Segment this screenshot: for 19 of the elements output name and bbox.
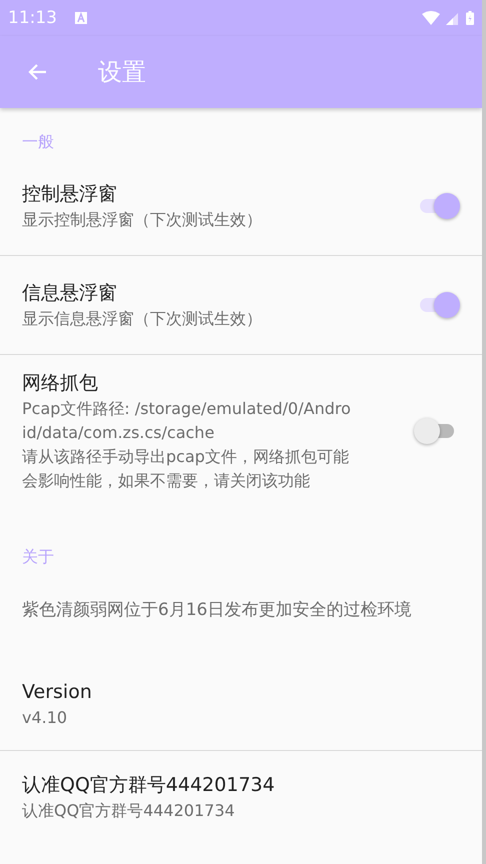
preference-summary: 认准QQ官方群号444201734 xyxy=(22,800,236,822)
section-header: 一般 xyxy=(21,131,55,153)
preference-summary: 紫色清颜弱网位于6月16日发布更加安全的过检环境 xyxy=(22,599,412,622)
preference-title: 信息悬浮窗 xyxy=(22,281,118,306)
preference-summary: 显示控制悬浮窗（下次测试生效） xyxy=(22,209,263,231)
preference-summary: Pcap文件路径: /storage/emulated/0/Android/data/com.zs.cs/cache 请从该路径手动导出pcap文件，网络抓包可能会影响性能，如果不需要，请关闭该功能 xyxy=(22,398,352,492)
status-time: 11:13 xyxy=(8,8,57,28)
wifi-icon xyxy=(422,11,440,25)
preference-title: 网络抓包 xyxy=(22,371,99,396)
signal-icon xyxy=(446,11,460,25)
preference-title: Version xyxy=(22,680,93,705)
battery-icon xyxy=(466,11,474,25)
section-header: 关于 xyxy=(21,546,55,568)
preference-title: 认准QQ官方群号444201734 xyxy=(22,773,276,798)
notification-icon xyxy=(75,12,87,24)
preference-summary: 显示信息悬浮窗（下次测试生效） xyxy=(22,308,263,330)
preference-summary: v4.10 xyxy=(22,707,68,729)
preference-title: 控制悬浮窗 xyxy=(22,182,118,207)
screen-title: 设置 xyxy=(98,57,146,88)
